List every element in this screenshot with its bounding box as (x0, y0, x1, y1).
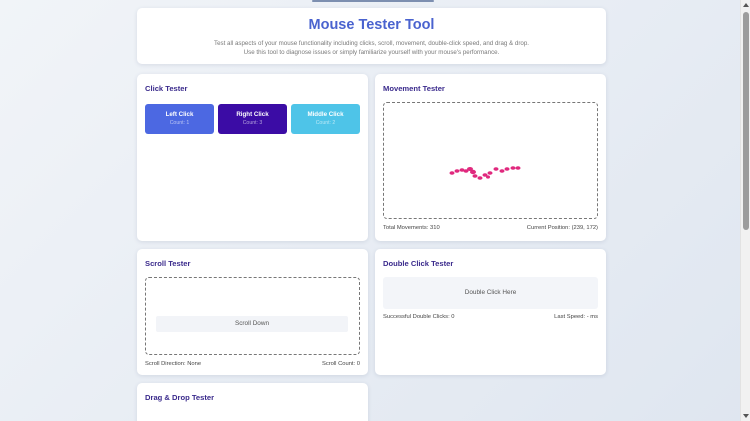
header-card: Mouse Tester Tool Test all aspects of yo… (137, 8, 606, 64)
scroll-down-arrow-icon[interactable] (743, 414, 749, 418)
right-click-count: Count: 3 (242, 120, 263, 126)
current-position: Current Position: (239, 172) (526, 225, 598, 231)
double-click-stats: Successful Double Clicks: 0 Last Speed: … (383, 314, 598, 320)
scrollbar-thumb[interactable] (743, 12, 749, 230)
page-title: Mouse Tester Tool (308, 17, 435, 33)
left-click-count: Count: 1 (169, 120, 190, 126)
double-click-tester-card: Double Click Tester Double Click Here Su… (375, 249, 606, 375)
right-click-button[interactable]: Right Click Count: 3 (218, 104, 287, 134)
scroll-direction: Scroll Direction: None (145, 361, 202, 367)
scroll-up-arrow-icon[interactable] (743, 3, 749, 7)
total-movements: Total Movements: 310 (383, 225, 440, 231)
left-click-label: Left Click (165, 111, 194, 118)
scroll-down-label: Scroll Down (156, 316, 348, 332)
scroll-tester-card: Scroll Tester Scroll Down Scroll Directi… (137, 249, 368, 375)
middle-click-count: Count: 2 (315, 120, 336, 126)
drag-drop-tester-card: Drag & Drop Tester (137, 383, 368, 421)
drag-drop-tester-title: Drag & Drop Tester (145, 393, 215, 402)
movement-trail (449, 166, 521, 180)
last-speed: Last Speed: - ms (554, 314, 598, 320)
movement-stats: Total Movements: 310 Current Position: (… (383, 225, 598, 231)
left-click-button[interactable]: Left Click Count: 1 (145, 104, 214, 134)
movement-tester-title: Movement Tester (383, 84, 445, 93)
middle-click-label: Middle Click (307, 111, 344, 118)
top-accent-bar (312, 0, 434, 2)
double-click-tester-title: Double Click Tester (383, 259, 454, 268)
double-click-area[interactable]: Double Click Here (383, 277, 598, 309)
scroll-stats: Scroll Direction: None Scroll Count: 0 (145, 361, 360, 367)
middle-click-button[interactable]: Middle Click Count: 2 (291, 104, 360, 134)
right-click-label: Right Click (236, 111, 269, 118)
click-tester-title: Click Tester (145, 84, 188, 93)
page-description: Test all aspects of your mouse functiona… (213, 40, 530, 56)
page-scrollbar[interactable] (740, 0, 750, 421)
scroll-count: Scroll Count: 0 (321, 361, 360, 367)
movement-area[interactable] (383, 102, 598, 219)
scroll-area[interactable]: Scroll Down (145, 277, 360, 355)
scroll-tester-title: Scroll Tester (145, 259, 191, 268)
click-tester-card: Click Tester Left Click Count: 1 Right C… (137, 74, 368, 241)
movement-tester-card: Movement Tester Total Movements: 310 Cur… (375, 74, 606, 241)
successful-double-clicks: Successful Double Clicks: 0 (383, 314, 455, 320)
